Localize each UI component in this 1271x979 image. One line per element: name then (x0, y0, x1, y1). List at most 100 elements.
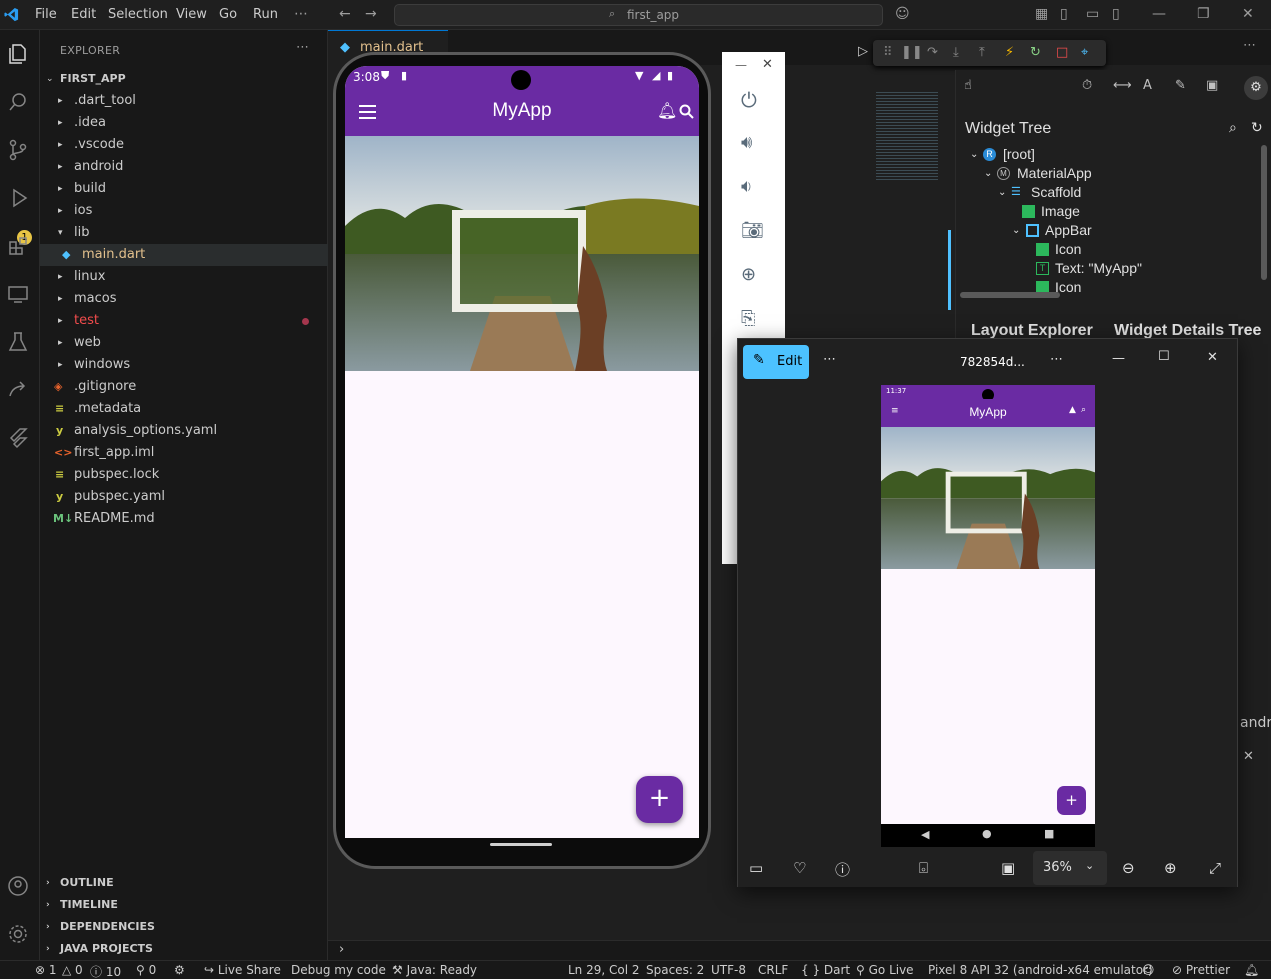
folder-build[interactable]: ▸ build (40, 178, 328, 200)
run-icon[interactable]: ▷ (858, 44, 868, 59)
ports-count[interactable]: ⚲ 0 (136, 963, 156, 977)
folder-ios[interactable]: ▸ ios (40, 200, 328, 222)
hot-reload-icon[interactable]: ⚡ (1005, 45, 1014, 60)
viewer-minimize-icon[interactable]: — (1112, 351, 1125, 366)
settings-gear-icon[interactable] (6, 922, 34, 950)
widget-search-icon[interactable]: ⌕ (1229, 120, 1237, 136)
refresh-tree-icon[interactable]: ↻ (1251, 120, 1263, 136)
problems-errors[interactable]: ⊗ 1 (35, 963, 57, 977)
section-dependencies[interactable]: › DEPENDENCIES (40, 916, 328, 938)
notification-bell-icon[interactable]: 🔔︎ (657, 101, 677, 120)
menu-go[interactable]: Go (219, 7, 237, 22)
oversized-images-icon[interactable]: ▣ (1206, 78, 1218, 93)
add-fab-button[interactable]: + (636, 776, 683, 823)
emulator-minimize-icon[interactable]: — (735, 58, 747, 72)
repaint-icon[interactable]: ✎ (1175, 78, 1186, 93)
run-debug-icon[interactable] (6, 186, 34, 214)
folder-idea[interactable]: ▸ .idea (40, 112, 328, 134)
section-outline[interactable]: › OUTLINE (40, 872, 328, 894)
fold-icon[interactable]: ⎘ (741, 308, 765, 332)
chevron-right-icon[interactable]: › (339, 942, 344, 957)
folder-linux[interactable]: ▸ linux (40, 266, 328, 288)
problems-warnings[interactable]: △ 0 (62, 963, 83, 977)
zoom-select[interactable]: 36% ⌄ (1033, 851, 1107, 885)
step-into-icon[interactable]: ⤓ (953, 45, 959, 60)
zoom-icon[interactable]: ⊕ (741, 264, 765, 288)
search-icon[interactable] (679, 104, 694, 119)
menu-file[interactable]: File (35, 7, 57, 22)
minimize-icon[interactable]: — (1152, 6, 1166, 22)
fullscreen-icon[interactable]: ⤢ (1209, 859, 1221, 877)
inspect-widget-icon[interactable]: ⌖ (1081, 45, 1088, 60)
folder-windows[interactable]: ▸ windows (40, 354, 328, 376)
zoom-in-icon[interactable]: ⊕ (1164, 859, 1177, 877)
file-metadata[interactable]: ≡ .metadata (40, 398, 328, 420)
viewer-close-icon[interactable]: ✕ (1207, 350, 1218, 365)
folder-vscode[interactable]: ▸ .vscode (40, 134, 328, 156)
info-icon[interactable]: ⓘ (835, 859, 850, 880)
file-analysis-options[interactable]: y analysis_options.yaml (40, 420, 328, 442)
menu-edit[interactable]: Edit (71, 7, 96, 22)
emulator-close-icon[interactable]: ✕ (762, 57, 773, 72)
section-java-projects[interactable]: › JAVA PROJECTS (40, 938, 328, 960)
file-pubspec-lock[interactable]: ≡ pubspec.lock (40, 464, 328, 486)
folder-dart-tool[interactable]: ▸ .dart_tool (40, 90, 328, 112)
inspector-settings-icon[interactable]: ⚙ (1244, 76, 1268, 100)
file-pubspec-yaml[interactable]: y pubspec.yaml (40, 486, 328, 508)
restart-icon[interactable]: ↻ (1030, 45, 1041, 60)
editor-more-icon[interactable]: ⋯ (1243, 38, 1256, 53)
copilot-icon[interactable]: ☺ (895, 6, 910, 22)
explorer-more-icon[interactable]: ⋯ (296, 40, 309, 55)
minimap[interactable] (876, 90, 938, 180)
debug-my-code[interactable]: Debug my code (291, 963, 386, 977)
copilot-status-icon[interactable]: ☺ (1142, 963, 1155, 977)
customize-layout-icon[interactable]: ▦ (1035, 6, 1048, 22)
java-status[interactable]: ⚒ Java: Ready (392, 963, 477, 977)
line-endings[interactable]: CRLF (758, 963, 788, 977)
more-menu-icon[interactable]: ⋯ (294, 6, 308, 22)
toggle-panel-icon[interactable]: ▭ (1086, 6, 1099, 22)
stop-icon[interactable]: □ (1056, 45, 1068, 60)
edit-button[interactable]: ✎ Edit (743, 345, 809, 379)
cursor-position[interactable]: Ln 29, Col 2 (568, 963, 640, 977)
drag-handle-icon[interactable]: ⠿ (883, 45, 893, 60)
folder-macos[interactable]: ▸ macos (40, 288, 328, 310)
back-arrow-icon[interactable]: ← (339, 6, 351, 22)
forward-arrow-icon[interactable]: → (365, 6, 377, 22)
toggle-sidebar-icon[interactable]: ▯ (1060, 6, 1068, 22)
restore-icon[interactable]: ❐ (1197, 6, 1210, 22)
go-live[interactable]: ⚲ Go Live (856, 963, 914, 977)
testing-icon[interactable] (6, 330, 34, 358)
prettier-status[interactable]: ⊘ Prettier (1172, 963, 1230, 977)
language-mode[interactable]: { } Dart (801, 963, 850, 977)
device-selector[interactable]: Pixel 8 API 32 (android-x64 emulator) (928, 963, 1153, 977)
viewer-maximize-icon[interactable]: ☐ (1158, 349, 1170, 364)
notifications-bell-icon[interactable]: 🔔︎ (1244, 963, 1259, 977)
zoom-out-icon[interactable]: ⊖ (1122, 859, 1135, 877)
pause-icon[interactable]: ❚❚ (901, 45, 923, 60)
volume-down-icon[interactable]: 🔉︎ (741, 176, 765, 200)
extensions-icon[interactable] (6, 234, 34, 262)
command-center[interactable]: ⌕ first_app (394, 4, 883, 26)
actual-size-icon[interactable]: ▣ (1001, 859, 1015, 877)
source-control-icon[interactable] (6, 138, 34, 166)
filmstrip-icon[interactable]: ▭ (749, 859, 763, 877)
toggle-secondary-sidebar-icon[interactable]: ▯ (1112, 6, 1120, 22)
step-out-icon[interactable]: ⤒ (979, 45, 985, 60)
guidelines-icon[interactable]: ⟷ (1113, 78, 1132, 93)
power-icon[interactable]: ⏻ (741, 88, 765, 112)
gesture-home-bar[interactable] (490, 843, 552, 846)
project-root[interactable]: ⌄ FIRST_APP (40, 68, 328, 90)
tree-horizontal-scrollbar[interactable] (960, 292, 1060, 298)
folder-android[interactable]: ▸ android (40, 156, 328, 178)
menu-run[interactable]: Run (253, 7, 278, 22)
file-gitignore[interactable]: ◈ .gitignore (40, 376, 328, 398)
remote-explorer-icon[interactable] (6, 282, 34, 310)
close-icon[interactable]: ✕ (1242, 6, 1254, 22)
favorite-heart-icon[interactable]: ♡ (793, 859, 806, 877)
problems-infos[interactable]: ⓘ 10 (90, 963, 121, 979)
file-first-app-iml[interactable]: <> first_app.iml (40, 442, 328, 464)
panel-close-icon[interactable]: ✕ (1243, 749, 1254, 764)
section-timeline[interactable]: › TIMELINE (40, 894, 328, 916)
slow-animations-icon[interactable]: ⏱ (1082, 78, 1092, 93)
